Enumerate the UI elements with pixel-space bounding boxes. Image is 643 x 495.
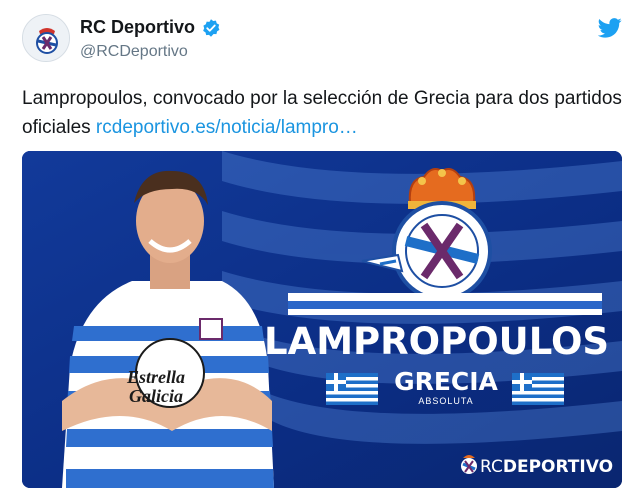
display-name-text: RC Deportivo [80,17,196,37]
stripe-top [288,293,602,301]
greek-flag-left-icon [326,373,378,405]
greek-flag-right-icon [512,373,564,405]
stripe-blue [288,301,602,309]
tweet-media-image[interactable]: Estrella Galicia LAMPROPOULOS GRECIA ABS… [22,151,622,488]
player-name: LAMPROPOULOS [264,320,610,363]
national-team-subtitle: ABSOLUTA [418,396,474,406]
display-name[interactable]: RC Deportivo [80,17,221,38]
rc-deportivo-logo-icon [461,455,477,474]
tweet-text: Lampropoulos, convocado por la selección… [22,84,622,142]
avatar[interactable] [22,14,70,62]
twitter-bird-icon[interactable] [598,18,622,38]
user-handle[interactable]: @RCDeportivo [80,43,188,61]
verified-badge-icon [203,18,220,37]
sponsor-line-1: Estrella [126,367,185,387]
brand-suffix: DEPORTIVO [502,457,614,477]
rc-deportivo-crest-icon [23,15,69,61]
stripe-bottom [288,309,602,315]
tweet-link[interactable]: rcdeportivo.es/noticia/lampro… [96,117,358,138]
sponsor-line-2: Galicia [129,386,183,406]
brand-prefix: RC [480,457,503,477]
national-team-label: GRECIA [394,367,498,396]
brand-wordmark: RCDEPORTIVO [480,457,613,477]
sponsor-logo: Estrella Galicia [118,368,194,406]
